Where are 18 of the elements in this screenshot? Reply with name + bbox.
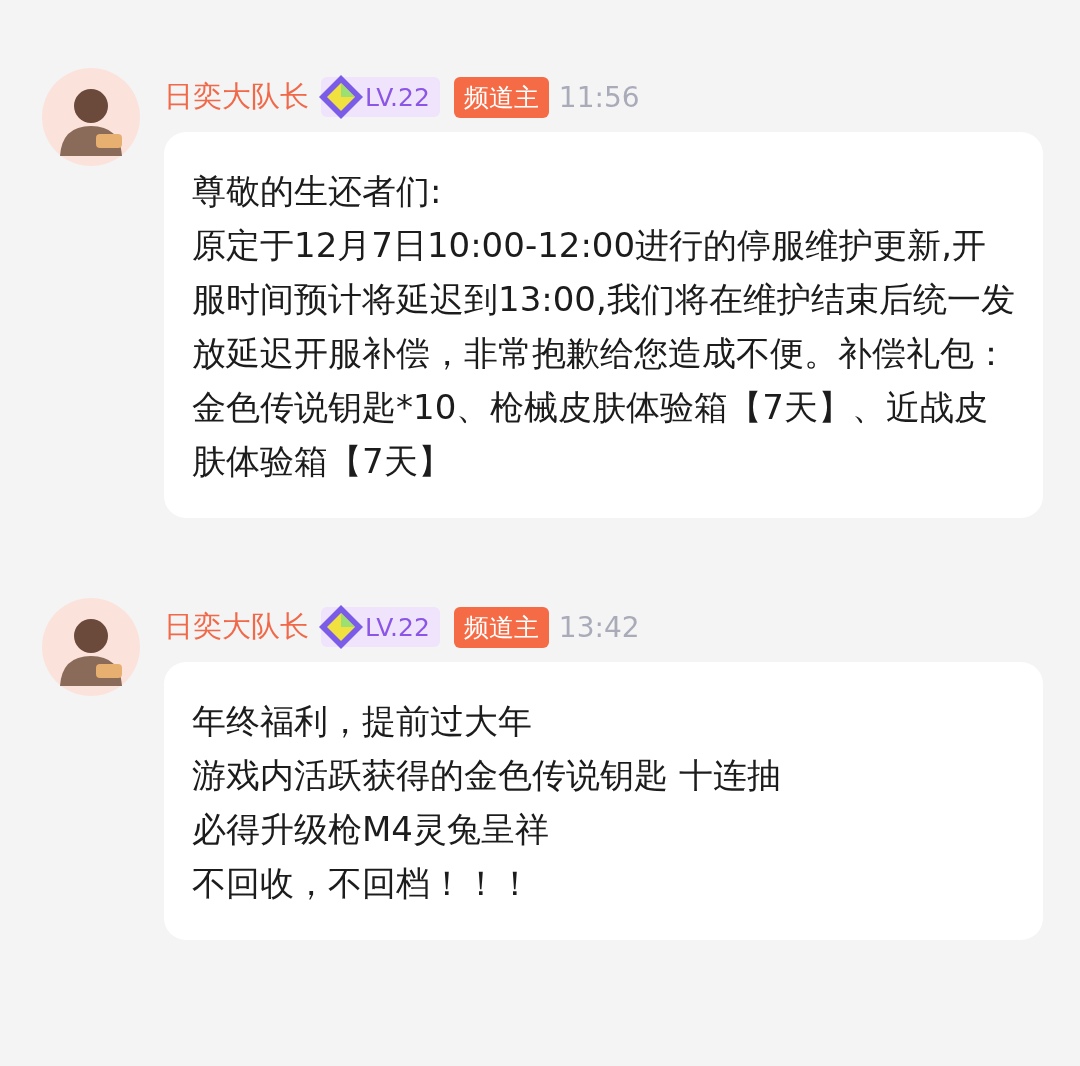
diamond-icon: [317, 73, 365, 121]
message-time: 11:56: [558, 80, 640, 114]
message-text: 尊敬的生还者们:: [192, 170, 443, 213]
author-name[interactable]: 日奕大队长: [164, 77, 309, 117]
avatar[interactable]: [42, 68, 140, 166]
avatar[interactable]: [42, 598, 140, 696]
role-badge: 频道主: [453, 76, 549, 118]
message-text: 必得升级枪M4灵兔呈祥: [192, 808, 550, 851]
role-badge: 频道主: [453, 606, 549, 648]
level-badge: LV.22: [321, 77, 440, 117]
message-time: 13:42: [558, 610, 640, 644]
message-text: 年终福利，提前过大年: [192, 700, 533, 743]
diamond-icon: [317, 603, 365, 651]
message-text: 不回收，不回档！！！: [192, 862, 533, 905]
level-badge: LV.22: [321, 607, 440, 647]
author-name[interactable]: 日奕大队长: [164, 607, 309, 647]
message-text: 原定于12月7日10:00-12:00进行的停服维护更新,开服时间预计将延迟到13:00,我们将在维护结束后统一发放延迟开服补偿，非常抱歉给您造成不便。补偿礼包：金色传说钥匙*10、枪械皮肤体验箱【7天】、近战皮肤体验箱【7天】: [192, 224, 1015, 483]
message-text: 游戏内活跃获得的金色传说钥匙 十连抽: [192, 754, 782, 797]
